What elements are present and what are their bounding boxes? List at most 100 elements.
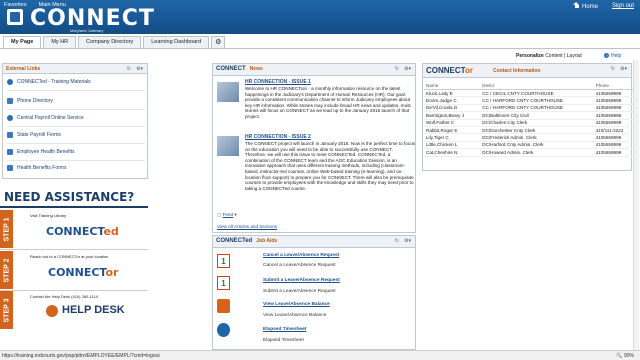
job-aid-submit-sub: Submit a Leave/Absence Request [263,289,336,294]
table-row[interactable]: Rabbit,Roger E DC/Dorchester Cnty Clerk 41… [424,126,636,135]
settings-icon[interactable]: ⚙▾ [404,238,411,244]
contact-phone: 4105559999 [593,96,636,105]
news-thumbnail-2 [217,136,239,156]
settings-icon[interactable]: ⚙▾ [136,66,143,72]
help-icon: ? [604,53,609,58]
feed-link[interactable]: ▢ Feed ▾ [217,212,237,218]
contact-descr: DC/Harford Cnty Admin. Clerk [480,141,594,150]
payroll-icon [7,115,13,121]
table-row[interactable]: Kluck,Lady E CC / CECIL CNTY COURTHOUSE 41… [424,89,636,98]
signout-link[interactable]: Sign out [612,3,634,9]
table-row[interactable]: Cat,Cheshire N DC/Howard Admin. Clerk 4105… [424,148,636,157]
personalize-layout-link[interactable]: Layout [567,53,582,59]
tab-company-directory[interactable]: Company Directory [78,36,142,48]
header-bar: Favorites Main Menu CONNECT Maryland Jud… [0,0,640,34]
contact-descr: DC/Charles City Clerk [480,119,594,127]
contact-phone: 4105559999 [593,104,636,113]
contact-descr: DC/Howard Admin. Clerk [480,148,594,157]
contact-phone: 4105559999 [593,119,636,127]
calendar-icon: 1 [217,254,230,268]
link-state-payroll-forms[interactable]: State Payroll Forms [7,132,61,138]
table-row[interactable]: De'Vil,Cruela D CC / HARFORD CNTY COURTHO… [424,104,636,113]
contact-phone: 410/111-2222 [593,126,636,135]
training-icon [7,79,13,85]
status-bar: https://training.mdcourts.gov/psp/pttrn/… [0,350,640,360]
tab-my-hr[interactable]: My HR [43,36,77,48]
settings-icon[interactable]: ⚙▾ [404,66,411,72]
step-1-bar: STEP 1 [0,210,13,248]
tab-my-page[interactable]: My Page [3,36,42,48]
job-aid-cancel-sub: Cancel a Leave/Absence Request [263,263,336,268]
contact-name: De'Vil,Cruela D [424,104,481,113]
job-aids-logo: CONNECTed Job Aids [216,238,278,244]
need-assistance-panel: NEED ASSISTANCE? STEP 1 Visit Training L… [0,190,148,330]
contact-pagelet: CONNECTor Contact Information ↻ ⚙▾ Name D… [422,63,636,171]
step-2-bar: STEP 2 [0,251,13,289]
job-aid-timesheet-link[interactable]: Elapsed Timesheet [263,327,306,332]
table-row[interactable]: Little,Chicken L DC/Harford Cnty Admin. C… [424,141,636,150]
step-2-logo: CONNECTor [48,266,119,279]
health-icon [7,149,13,155]
news-logo: CONNECT News [216,66,263,72]
contact-name: Rabbit,Roger E [424,126,481,135]
link-central-payroll[interactable]: Central Payroll Online Service [7,115,84,121]
contact-name: Little,Chicken L [424,141,481,150]
job-aid-balance-link[interactable]: View Leave/Absence Balance [263,302,330,307]
job-aid-balance-sub: View Leave/Absence Balance [263,313,327,318]
contact-name: Barrington,Beary J [424,111,481,120]
tab-learning-dashboard[interactable]: Learning Dashboard [143,36,210,48]
table-row[interactable]: Wolf,Father C DC/Charles City Clerk 410555… [424,119,636,127]
news-pagelet: CONNECT News ↻ ⚙▾ HR CONNECTION - ISSUE 1 … [212,63,416,233]
contact-descr: CC / CECIL CNTY COURTHOUSE [480,89,594,98]
phone-icon [7,98,13,104]
personalize-content-link[interactable]: Content [545,53,563,59]
contact-descr: DC/Baltimore City Civil [480,111,594,120]
contact-title: Contact Information [493,68,541,74]
contact-phone: 4105559999 [593,133,636,142]
contact-descr: CC / HARFORD CNTY COURTHOUSE [480,104,594,113]
tab-divider [0,48,640,49]
table-row[interactable]: Lily,Tiger C DC/Frederick Admin. Clerk 410… [424,133,636,142]
timesheet-icon [217,323,230,337]
job-aid-submit-link[interactable]: Submit a Leave/Absence Request [263,278,340,283]
contact-table: Name Descr Phone Kluck,Lady E CC / CECIL … [424,82,636,157]
refresh-icon[interactable]: ↻ [395,238,399,244]
health-forms-icon [7,165,13,171]
pagelet-title: External Links [6,66,41,72]
home-icon [573,2,580,8]
col-descr: Descr [480,82,594,90]
table-row[interactable]: Doom,Judge C CC / HARFORD CNTY COURTHOUSE… [424,96,636,105]
news-item-2-body: The CONNECT project will launch in Janua… [245,141,415,191]
job-aid-timesheet-sub: Elapsed Timesheet [263,338,304,343]
contact-phone: 4105559999 [593,89,636,98]
link-phone-directory[interactable]: Phone Directory [7,98,53,104]
news-item-2-title[interactable]: HR CONNECTION - ISSUE 2 [245,134,311,140]
news-item-1-title[interactable]: HR CONNECTION - ISSUE 1 [245,79,311,85]
refresh-icon[interactable]: ↻ [611,66,615,72]
briefcase-icon [217,299,230,313]
link-connected-training[interactable]: CONNECTed - Training Materials [7,79,91,85]
refresh-icon[interactable]: ↻ [127,66,131,72]
contact-logo: CONNECTor [426,66,473,75]
settings-icon[interactable]: ⚙▾ [620,66,627,72]
status-url: https://training.mdcourts.gov/psp/pttrn/… [2,353,160,359]
table-row[interactable]: Barrington,Beary J DC/Baltimore City Civi… [424,111,636,120]
link-employee-health-benefits[interactable]: Employee Health Benefits [7,149,75,155]
contact-phone: 4105559999 [593,111,636,120]
view-all-articles-link[interactable]: View All Articles and Sections [217,224,277,229]
col-name: Name [424,82,481,90]
job-aid-cancel-link[interactable]: Cancel a Leave/Absence Request [263,253,339,258]
zoom-level[interactable]: 🔍 90% [616,353,634,359]
gear-icon[interactable]: ⚙ [211,36,226,48]
home-link[interactable]: Home [573,2,598,10]
news-item-1-body: Welcome to HR CONNECTion - a monthly inf… [245,86,411,119]
help-link[interactable]: ? Help [604,53,621,59]
contact-name: Doom,Judge C [424,96,481,105]
step-3-bar: STEP 3 [0,291,13,329]
contact-name: Cat,Cheshire N [424,148,481,157]
page-scrollbar[interactable] [633,60,639,350]
personalize-links: Personalize Content | Layout [516,53,582,59]
link-health-benefits-forms[interactable]: Health Benefits Forms [7,165,66,171]
refresh-icon[interactable]: ↻ [395,66,399,72]
step-2-text: Reach out to a CONNECTor at your locatio… [30,254,109,259]
